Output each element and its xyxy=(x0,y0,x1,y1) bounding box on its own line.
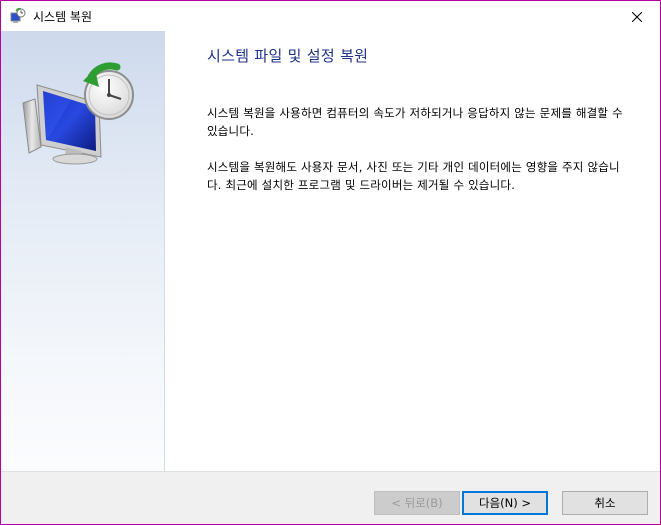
system-restore-monitor-clock-icon xyxy=(21,55,139,165)
page-title: 시스템 파일 및 설정 복원 xyxy=(207,47,369,65)
description-paragraph: 시스템을 복원해도 사용자 문서, 사진 또는 기타 개인 데이터에는 영향을 … xyxy=(207,160,620,192)
cancel-button[interactable]: 취소 xyxy=(562,491,648,515)
system-restore-window: 시스템 복원 시스템 파일 및 설정 복원 시스템 복원을 사용하면 컴퓨터의 … xyxy=(0,0,661,525)
title-bar[interactable]: 시스템 복원 xyxy=(1,1,660,31)
close-icon xyxy=(631,7,643,26)
back-button[interactable]: < 뒤로(B) xyxy=(374,491,460,515)
wizard-footer: < 뒤로(B) 다음(N) > 취소 xyxy=(1,471,660,524)
system-restore-icon xyxy=(10,7,26,24)
next-button[interactable]: 다음(N) > xyxy=(462,491,548,515)
close-button[interactable] xyxy=(614,1,660,31)
window-title: 시스템 복원 xyxy=(33,9,93,24)
wizard-content: 시스템 파일 및 설정 복원 시스템 복원을 사용하면 컴퓨터의 속도가 저하되… xyxy=(207,45,627,212)
wizard-sidebar xyxy=(1,31,165,471)
description-paragraph: 시스템 복원을 사용하면 컴퓨터의 속도가 저하되거나 응답하지 않는 문제를 … xyxy=(207,106,623,138)
